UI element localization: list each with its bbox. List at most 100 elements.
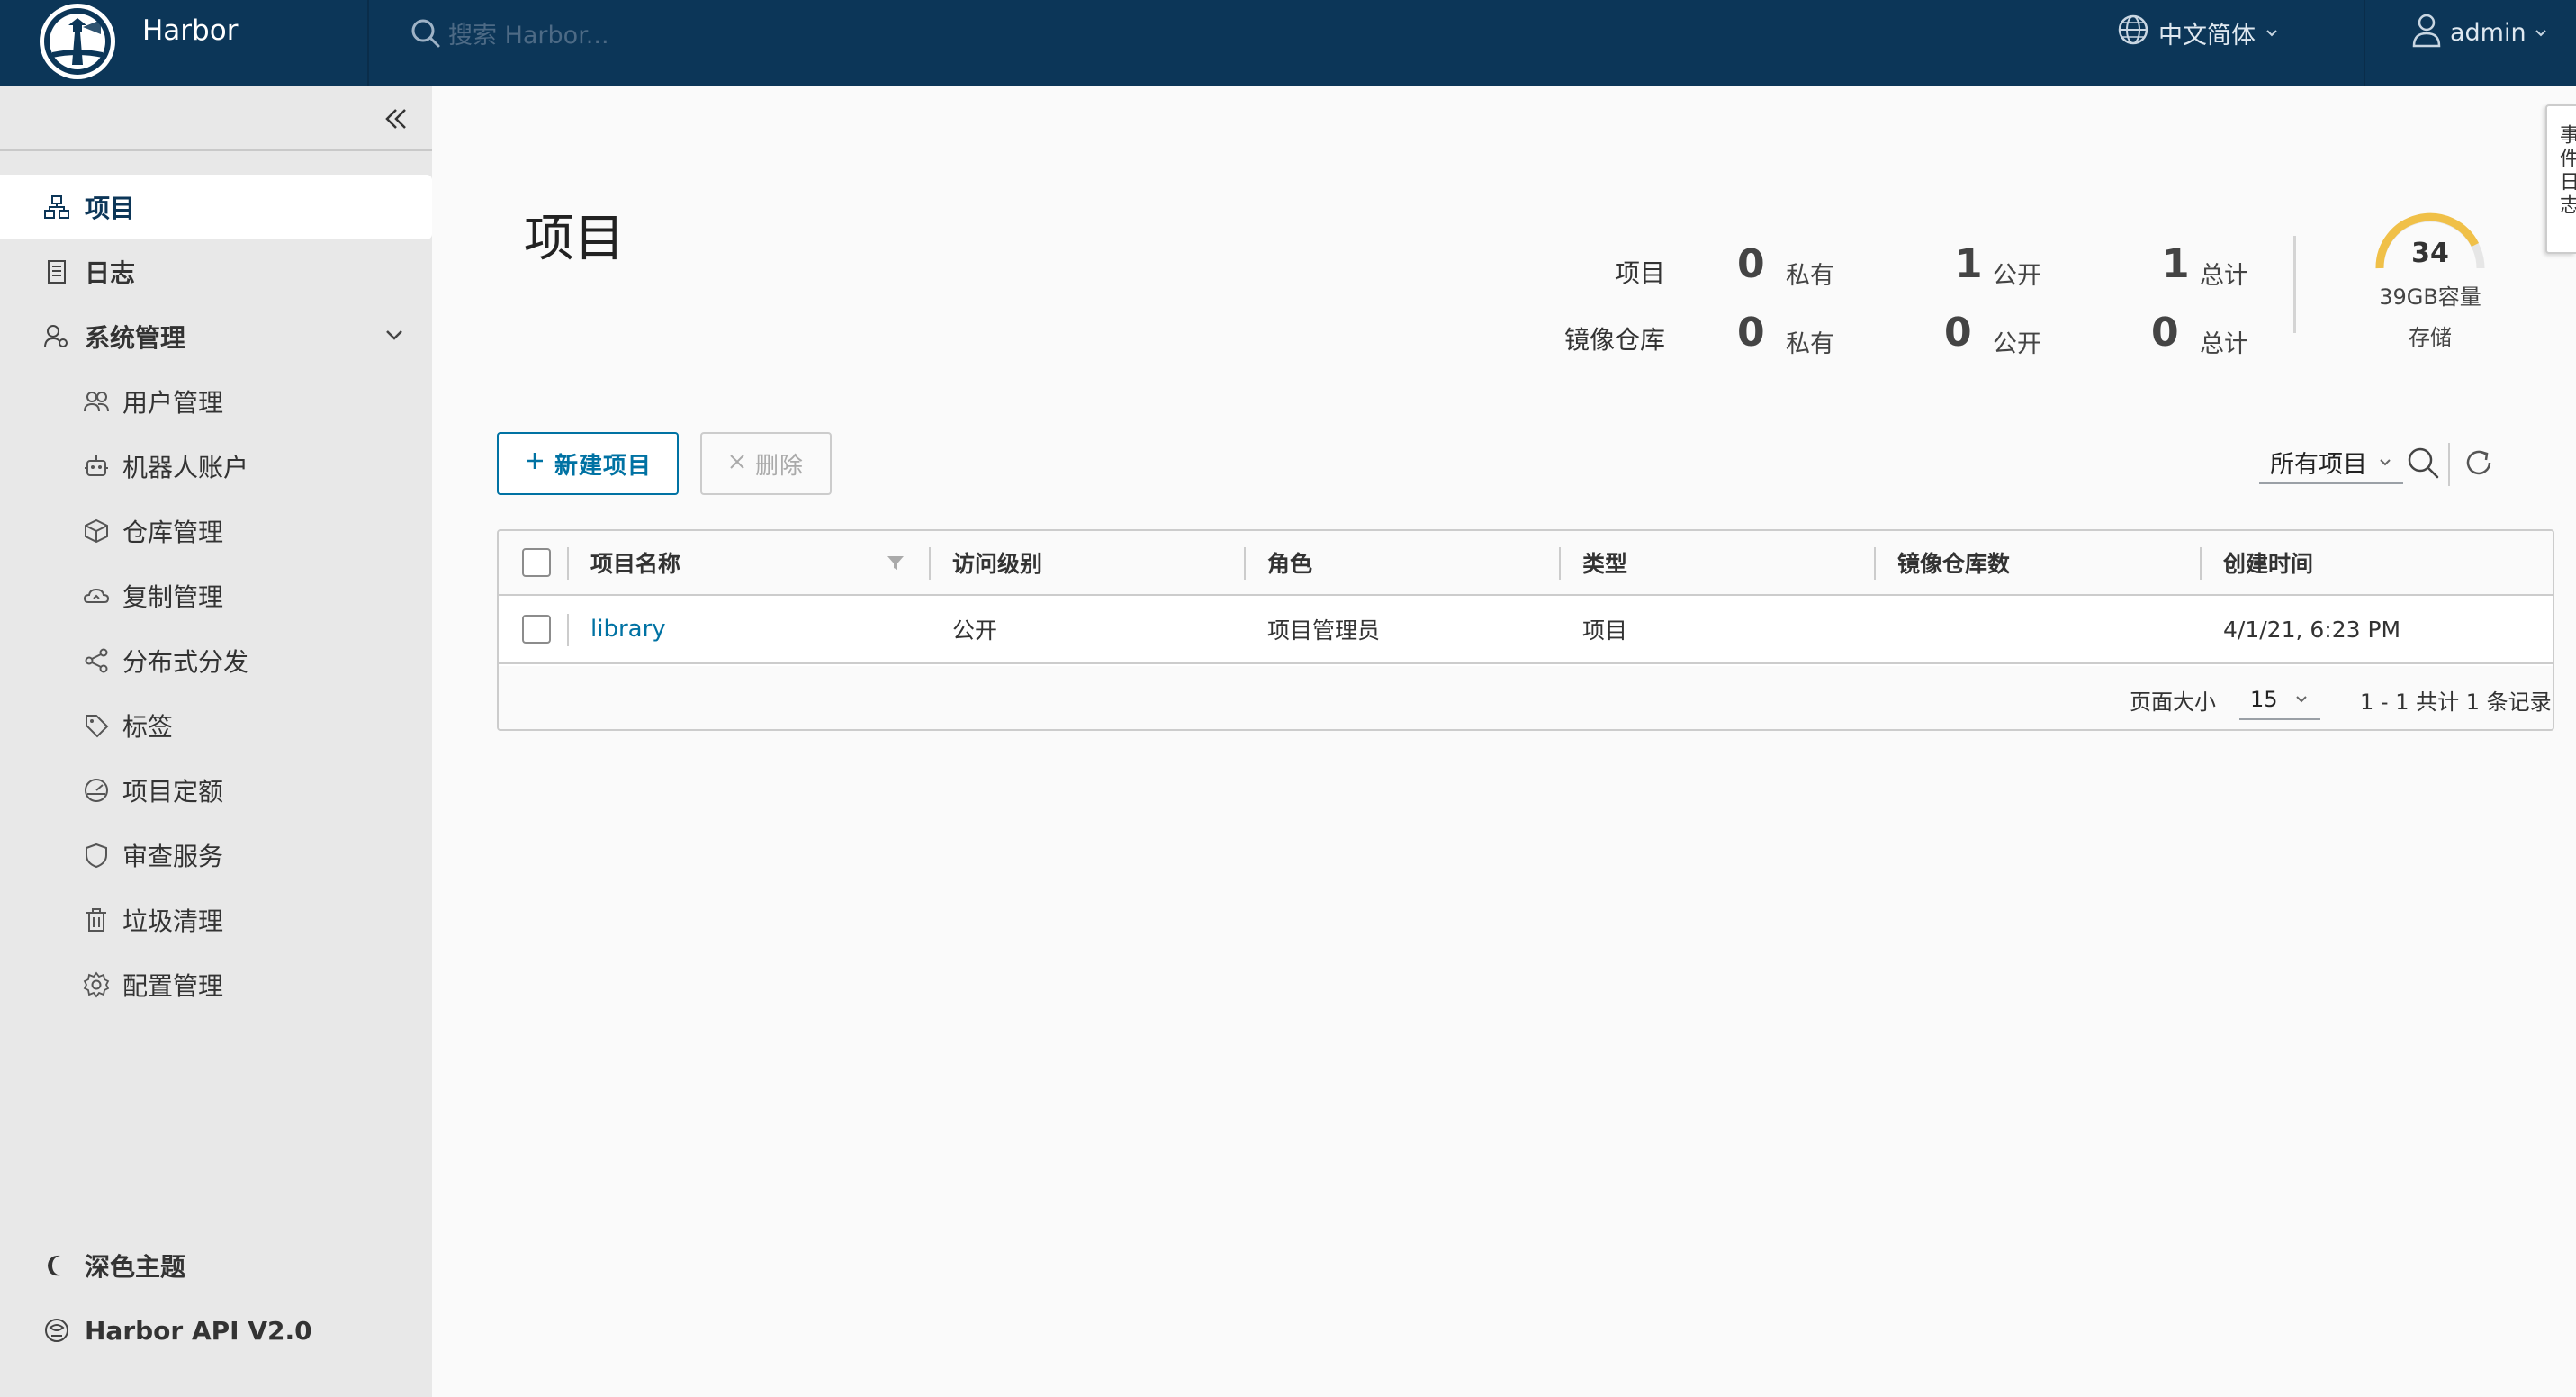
harbor-logo-icon[interactable] xyxy=(40,4,115,79)
close-icon xyxy=(728,450,746,477)
sidebar-item-label: 分布式分发 xyxy=(122,647,249,677)
column-header-repo-count[interactable]: 镜像仓库数 xyxy=(1897,531,2010,594)
sidebar-item-label: 项目定额 xyxy=(122,777,224,807)
sidebar-item-replications[interactable]: 复制管理 xyxy=(0,563,432,628)
sidebar-item-configuration[interactable]: 配置管理 xyxy=(0,952,432,1017)
sidebar-item-admin[interactable]: 系统管理 xyxy=(0,304,432,369)
dark-theme-label: 深色主题 xyxy=(85,1252,186,1282)
select-all-checkbox[interactable] xyxy=(522,531,551,594)
stat-label-projects: 项目 xyxy=(1614,258,1665,288)
user-menu[interactable]: admin xyxy=(2410,14,2548,50)
globe-icon xyxy=(2117,14,2149,52)
storage-label: 存储 xyxy=(2409,325,2452,350)
column-divider xyxy=(1244,547,1246,580)
stat-repos-public: 0 xyxy=(1944,310,1972,356)
table-footer: 页面大小 15 1 - 1 共计 1 条记录 xyxy=(499,666,2553,729)
dark-theme-toggle[interactable]: 深色主题 xyxy=(0,1233,432,1298)
api-icon xyxy=(41,1315,72,1346)
cell-role: 项目管理员 xyxy=(1267,617,1381,644)
user-name: admin xyxy=(2450,18,2526,47)
new-project-button[interactable]: 新建项目 xyxy=(497,432,679,495)
pagination-summary: 1 - 1 共计 1 条记录 xyxy=(2360,689,2552,715)
sidebar-item-users[interactable]: 用户管理 xyxy=(0,369,432,434)
stat-projects-total: 1 xyxy=(2162,241,2190,287)
sidebar-item-label: 项目 xyxy=(85,194,136,223)
stat-unit-private: 私有 xyxy=(1786,262,1834,290)
filter-icon[interactable] xyxy=(886,531,905,594)
new-project-label: 新建项目 xyxy=(554,452,652,480)
sidebar-item-logs[interactable]: 日志 xyxy=(0,239,432,304)
row-checkbox[interactable] xyxy=(522,596,551,662)
table-header: 项目名称 访问级别 角色 类型 镜像仓库数 创建时间 xyxy=(499,531,2553,596)
sidebar-item-label: 审查服务 xyxy=(122,842,224,871)
robot-icon xyxy=(81,451,112,482)
chevron-down-icon xyxy=(2265,19,2279,47)
page-size-label: 页面大小 xyxy=(2130,689,2216,715)
sidebar-item-label: 配置管理 xyxy=(122,971,224,1001)
brand-name[interactable]: Harbor xyxy=(142,14,238,47)
stats-divider xyxy=(2293,236,2296,333)
logs-icon xyxy=(41,257,72,287)
stat-unit-public: 公开 xyxy=(1993,330,2041,358)
page-size-value: 15 xyxy=(2250,687,2278,712)
double-chevron-left-icon[interactable] xyxy=(380,103,412,135)
page-size-select[interactable]: 15 xyxy=(2239,680,2320,720)
column-divider xyxy=(1874,547,1876,580)
cell-access: 公开 xyxy=(952,617,998,644)
trash-icon xyxy=(81,905,112,935)
sidebar-item-interrogation[interactable]: 审查服务 xyxy=(0,823,432,888)
stat-unit-public: 公开 xyxy=(1993,262,2041,290)
delete-button[interactable]: 删除 xyxy=(700,432,832,495)
refresh-icon[interactable] xyxy=(2461,445,2497,481)
stat-unit-private: 私有 xyxy=(1786,330,1834,358)
search-icon[interactable] xyxy=(410,18,441,52)
tag-icon xyxy=(81,710,112,741)
search-input[interactable] xyxy=(448,21,934,50)
header-divider xyxy=(367,0,369,86)
sidebar-item-projects[interactable]: 项目 xyxy=(0,175,432,239)
plus-icon xyxy=(524,450,545,478)
harbor-api-link[interactable]: Harbor API V2.0 xyxy=(0,1298,432,1363)
column-divider xyxy=(567,547,569,580)
global-search xyxy=(410,13,950,58)
column-header-role[interactable]: 角色 xyxy=(1267,531,1312,594)
sidebar-item-label: 用户管理 xyxy=(122,388,224,418)
cell-created: 4/1/21, 6:23 PM xyxy=(2223,616,2401,643)
sidebar-item-registries[interactable]: 仓库管理 xyxy=(0,499,432,563)
sidebar-collapse-row xyxy=(0,86,432,151)
table-row: library 公开 项目管理员 项目 4/1/21, 6:23 PM xyxy=(499,596,2553,664)
top-header: Harbor 中文简体 admin xyxy=(0,0,2576,86)
share-icon xyxy=(81,645,112,676)
sidebar-item-robot-accounts[interactable]: 机器人账户 xyxy=(0,434,432,499)
chevron-down-icon xyxy=(2534,19,2548,47)
sidebar-item-gc[interactable]: 垃圾清理 xyxy=(0,888,432,952)
admin-icon xyxy=(41,321,72,352)
column-header-access[interactable]: 访问级别 xyxy=(952,531,1042,594)
replication-icon xyxy=(81,581,112,611)
chevron-down-icon xyxy=(2294,687,2309,712)
event-log-tab[interactable]: 事件日志 xyxy=(2545,104,2576,254)
projects-icon xyxy=(41,192,72,222)
search-icon[interactable] xyxy=(2405,445,2441,481)
toolbar-divider xyxy=(2448,443,2450,486)
sidebar-item-quotas[interactable]: 项目定额 xyxy=(0,758,432,823)
column-header-type[interactable]: 类型 xyxy=(1582,531,1627,594)
event-log-tab-label: 事件日志 xyxy=(2556,124,2576,218)
sidebar-item-distribution[interactable]: 分布式分发 xyxy=(0,628,432,693)
column-header-name[interactable]: 项目名称 xyxy=(590,531,680,594)
users-icon xyxy=(81,386,112,417)
projects-table: 项目名称 访问级别 角色 类型 镜像仓库数 创建时间 library 公开 项目… xyxy=(497,529,2554,731)
project-filter-select[interactable]: 所有项目 xyxy=(2259,441,2403,484)
cell-type: 项目 xyxy=(1582,617,1628,644)
registry-icon xyxy=(81,516,112,546)
chevron-down-icon xyxy=(2378,448,2392,476)
sidebar-item-label: 标签 xyxy=(122,712,174,742)
language-selector[interactable]: 中文简体 xyxy=(2117,14,2279,50)
sidebar-item-label: 垃圾清理 xyxy=(122,906,224,936)
header-divider xyxy=(2364,0,2365,86)
column-divider xyxy=(2200,547,2202,580)
chevron-down-icon[interactable] xyxy=(382,322,407,354)
project-name-link[interactable]: library xyxy=(590,596,666,662)
sidebar-item-labels[interactable]: 标签 xyxy=(0,693,432,758)
column-header-created[interactable]: 创建时间 xyxy=(2223,531,2313,594)
